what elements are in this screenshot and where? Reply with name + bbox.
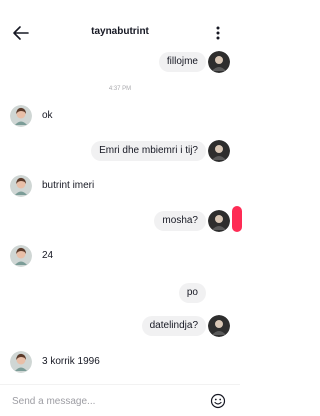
- message-row-outgoing: po: [0, 283, 240, 303]
- message-bubble[interactable]: 24: [34, 246, 61, 266]
- emoji-icon: [210, 393, 226, 409]
- more-vertical-icon: [216, 26, 220, 40]
- chat-title: taynabutrint: [91, 26, 149, 37]
- message-bubble[interactable]: ok: [34, 106, 61, 126]
- my-avatar[interactable]: [208, 315, 230, 337]
- message-list[interactable]: fillojme 4:37 PM ok Emri dhe mbiemri i t…: [0, 44, 240, 384]
- my-avatar[interactable]: [208, 51, 230, 73]
- message-row-outgoing: fillojme: [0, 51, 240, 73]
- message-composer: [0, 384, 240, 416]
- message-row-incoming: 24: [0, 245, 240, 267]
- contact-avatar[interactable]: [10, 245, 32, 267]
- message-bubble[interactable]: po: [178, 283, 206, 303]
- message-row-incoming: butrint imeri: [0, 175, 240, 197]
- message-timestamp: 4:37 PM: [108, 86, 132, 92]
- message-bubble[interactable]: mosha?: [154, 211, 206, 231]
- message-row-outgoing: mosha?: [0, 210, 240, 232]
- message-input[interactable]: [12, 391, 192, 411]
- message-bubble[interactable]: 3 korrik 1996: [34, 352, 108, 372]
- scroll-handle[interactable]: [232, 206, 242, 232]
- contact-avatar[interactable]: [10, 105, 32, 127]
- message-row-outgoing: Emri dhe mbiemri i tij?: [0, 140, 240, 162]
- more-options-button[interactable]: [212, 24, 224, 42]
- message-row-outgoing: datelindja?: [0, 315, 240, 337]
- contact-avatar[interactable]: [10, 175, 32, 197]
- message-bubble[interactable]: datelindja?: [141, 316, 206, 336]
- message-row-incoming: 3 korrik 1996: [0, 351, 240, 373]
- emoji-button[interactable]: [210, 393, 226, 409]
- my-avatar[interactable]: [208, 140, 230, 162]
- message-bubble[interactable]: butrint imeri: [34, 176, 102, 196]
- contact-avatar[interactable]: [10, 351, 32, 373]
- message-bubble[interactable]: fillojme: [158, 52, 206, 72]
- message-row-incoming: ok: [0, 105, 240, 127]
- my-avatar[interactable]: [208, 210, 230, 232]
- message-bubble[interactable]: Emri dhe mbiemri i tij?: [91, 141, 206, 161]
